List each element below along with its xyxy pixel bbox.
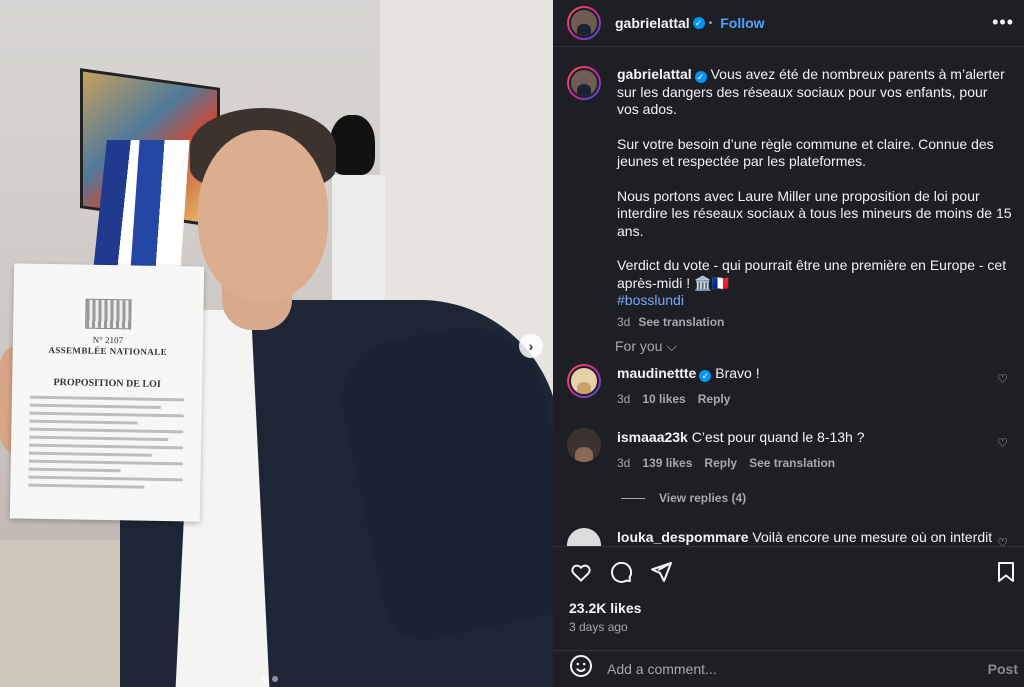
comment-icon[interactable] bbox=[609, 560, 633, 584]
document: N° 2107 ASSEMBLÉE NATIONALE PROPOSITION … bbox=[9, 263, 205, 522]
verified-icon: ✓ bbox=[699, 370, 712, 382]
reply-button[interactable]: Reply bbox=[704, 456, 737, 470]
comment-username[interactable]: maudinettte bbox=[617, 365, 696, 381]
comment-text: Voilà encore une mesure où on interdit bbox=[752, 529, 993, 545]
bookmark-icon[interactable] bbox=[994, 560, 1018, 584]
comment-age: 3d bbox=[617, 392, 631, 406]
flag bbox=[130, 140, 190, 270]
heart-icon[interactable]: ♡ bbox=[997, 536, 1008, 546]
comment-likes[interactable]: 139 likes bbox=[642, 456, 692, 470]
separator: • bbox=[708, 17, 713, 29]
caption-text: Verdict du vote - qui pourrait être une … bbox=[617, 257, 1007, 291]
caption-username[interactable]: gabrielattal bbox=[617, 66, 692, 82]
verified-icon: ✓ bbox=[694, 71, 707, 83]
caption: gabrielattal ✓ Vous avez été de nombreux … bbox=[567, 66, 1012, 331]
post-header: gabrielattal ✓ • Follow ••• bbox=[553, 0, 1024, 46]
post-date: 3 days ago bbox=[569, 620, 628, 634]
divider bbox=[553, 546, 1024, 547]
comment: ismaaa23k C’est pour quand le 8-13h ? 3d… bbox=[567, 428, 1012, 472]
avatar[interactable] bbox=[567, 66, 601, 100]
carousel-dot-active bbox=[262, 676, 268, 682]
comment: maudinettte ✓ Bravo ! 3d 10 likes Reply ♡ bbox=[567, 364, 1012, 408]
comment-likes[interactable]: 10 likes bbox=[642, 392, 685, 406]
heart-icon[interactable] bbox=[569, 560, 593, 584]
document-assembly: ASSEMBLÉE NATIONALE bbox=[48, 344, 168, 358]
person-head bbox=[198, 130, 328, 300]
caption-text: Sur votre besoin d’une règle commune et … bbox=[617, 135, 994, 170]
document-title: PROPOSITION DE LOI bbox=[53, 377, 161, 390]
post-comment-button[interactable]: Post bbox=[988, 661, 1018, 677]
reply-button[interactable]: Reply bbox=[698, 392, 731, 406]
comment-age: 3d bbox=[617, 456, 631, 470]
post-image[interactable]: N° 2107 ASSEMBLÉE NATIONALE PROPOSITION … bbox=[0, 0, 553, 687]
comment-text: Bravo ! bbox=[715, 365, 760, 381]
hashtag-link[interactable]: #bosslundi bbox=[617, 292, 1012, 310]
heart-icon[interactable]: ♡ bbox=[997, 436, 1008, 450]
next-slide-button[interactable]: › bbox=[519, 334, 543, 358]
avatar[interactable] bbox=[567, 428, 601, 462]
caption-age: 3d bbox=[617, 314, 631, 329]
helmet-figure bbox=[330, 115, 375, 175]
document-text bbox=[28, 395, 184, 490]
verified-icon: ✓ bbox=[692, 17, 705, 29]
view-replies-button[interactable]: View replies (4) bbox=[621, 491, 746, 505]
carousel-dots bbox=[262, 676, 278, 682]
comment-username[interactable]: ismaaa23k bbox=[617, 429, 688, 445]
avatar[interactable] bbox=[567, 528, 601, 546]
share-icon[interactable] bbox=[649, 560, 673, 584]
emoji-icon[interactable] bbox=[569, 654, 593, 683]
follow-button[interactable]: Follow bbox=[720, 15, 764, 31]
avatar[interactable] bbox=[567, 364, 601, 398]
action-bar bbox=[569, 560, 673, 584]
more-icon[interactable]: ••• bbox=[992, 12, 1014, 33]
caption-text: Nous portons avec Laure Miller une propo… bbox=[617, 187, 1012, 239]
divider bbox=[553, 46, 1024, 47]
comment-composer: Add a comment... Post bbox=[553, 650, 1024, 687]
avatar[interactable] bbox=[567, 6, 601, 40]
see-translation-link[interactable]: See translation bbox=[638, 315, 724, 329]
heart-icon[interactable]: ♡ bbox=[997, 372, 1008, 386]
comment-username[interactable]: louka_despommare bbox=[617, 529, 749, 545]
see-translation-link[interactable]: See translation bbox=[749, 456, 835, 470]
comment-input[interactable]: Add a comment... bbox=[607, 661, 717, 677]
like-count[interactable]: 23.2K likes bbox=[569, 600, 641, 616]
comment: louka_despommare Voilà encore une mesure… bbox=[567, 528, 1012, 546]
caption-meta: 3d See translation bbox=[617, 314, 1012, 332]
username[interactable]: gabrielattal bbox=[615, 15, 690, 31]
carousel-dot bbox=[272, 676, 278, 682]
assembly-emblem-icon bbox=[85, 298, 132, 330]
comment-sort-dropdown[interactable]: For you ⌵ bbox=[615, 338, 677, 355]
post-sidebar: gabrielattal ✓ • Follow ••• gabrielattal… bbox=[553, 0, 1024, 687]
comment-text: C’est pour quand le 8-13h ? bbox=[691, 429, 865, 445]
